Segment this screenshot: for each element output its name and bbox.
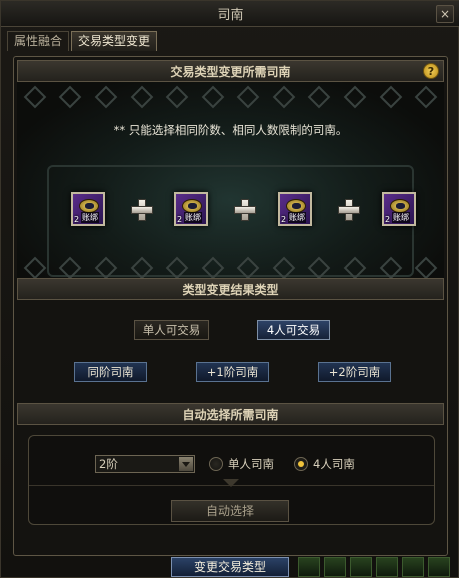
selection-notice: ** 只能选择相同阶数、相同人数限制的司南。 <box>113 123 348 137</box>
material-slot-3[interactable]: 2 账绑 <box>278 192 312 226</box>
slot-quantity: 2 <box>177 215 183 224</box>
tab-bar: 属性融合 交易类型变更 <box>7 31 158 51</box>
option-single-tradable[interactable]: 单人可交易 <box>134 320 209 340</box>
background-skill-slot <box>428 557 450 577</box>
slot-quantity: 2 <box>385 215 391 224</box>
compass-icon <box>390 199 410 213</box>
close-button[interactable]: × <box>436 5 454 23</box>
compass-icon <box>79 199 99 213</box>
slot-bind-label: 账绑 <box>392 212 410 223</box>
decorative-band-bottom <box>17 256 444 278</box>
material-slot-1[interactable]: 2 账绑 <box>71 192 105 226</box>
section-title: 自动选择所需司南 <box>182 407 279 422</box>
material-slot-area: ** 只能选择相同阶数、相同人数限制的司南。 2 账绑 2 账绑 2 账绑 2 … <box>17 82 444 278</box>
section-header-result-type: 类型变更结果类型 <box>17 278 444 300</box>
auto-select-button[interactable]: 自动选择 <box>171 500 289 522</box>
radio-label: 单人司南 <box>228 457 274 471</box>
radio-four-sinan[interactable]: 4人司南 <box>294 456 355 472</box>
tier-same-button[interactable]: 同阶司南 <box>74 362 147 382</box>
slot-bind-label: 账绑 <box>81 212 99 223</box>
close-icon: × <box>439 7 451 21</box>
slot-quantity: 2 <box>281 215 287 224</box>
main-panel: 交易类型变更所需司南 ? ** 只能选择相同阶数、相同人数限制的司南。 2 账绑… <box>13 56 448 556</box>
slot-bind-label: 账绑 <box>288 212 306 223</box>
title-bar[interactable]: 司南 × <box>1 1 459 27</box>
tier-dropdown[interactable]: 2阶 <box>95 455 195 473</box>
radio-button[interactable] <box>209 457 223 471</box>
change-trade-type-button[interactable]: 变更交易类型 <box>171 557 289 577</box>
slot-bind-label: 账绑 <box>184 212 202 223</box>
tab-attribute-fusion[interactable]: 属性融合 <box>7 31 70 51</box>
tier-plus2-button[interactable]: +2阶司南 <box>318 362 391 382</box>
slot-quantity: 2 <box>74 215 80 224</box>
plus-icon <box>130 198 153 221</box>
background-skill-slot <box>402 557 424 577</box>
radio-single-sinan[interactable]: 单人司南 <box>209 456 274 472</box>
background-skill-slot <box>324 557 346 577</box>
dropdown-value: 2阶 <box>99 457 118 471</box>
chevron-down-icon[interactable] <box>179 457 193 471</box>
decorative-band-top <box>17 85 444 109</box>
radio-button-checked[interactable] <box>294 457 308 471</box>
section-header-required-sinan: 交易类型变更所需司南 ? <box>17 60 444 82</box>
plus-icon <box>233 198 256 221</box>
help-icon[interactable]: ? <box>423 63 439 79</box>
section-header-auto-select: 自动选择所需司南 <box>17 403 444 425</box>
background-skill-slot <box>298 557 320 577</box>
background-skill-slot <box>376 557 398 577</box>
section-title: 类型变更结果类型 <box>182 282 279 297</box>
compass-icon <box>286 199 306 213</box>
option-four-tradable[interactable]: 4人可交易 <box>257 320 330 340</box>
material-slot-4[interactable]: 2 账绑 <box>382 192 416 226</box>
tier-plus1-button[interactable]: +1阶司南 <box>196 362 269 382</box>
tab-trade-type-change[interactable]: 交易类型变更 <box>71 31 158 51</box>
plus-icon <box>337 198 360 221</box>
compass-icon <box>182 199 202 213</box>
section-title: 交易类型变更所需司南 <box>170 64 291 79</box>
radio-label: 4人司南 <box>313 457 355 471</box>
window-title: 司南 <box>217 8 244 23</box>
notch-decoration <box>223 479 239 491</box>
material-slot-2[interactable]: 2 账绑 <box>174 192 208 226</box>
sinan-window: 司南 × 属性融合 交易类型变更 交易类型变更所需司南 ? ** 只能选择相同阶… <box>0 0 459 578</box>
background-skill-slot <box>350 557 372 577</box>
